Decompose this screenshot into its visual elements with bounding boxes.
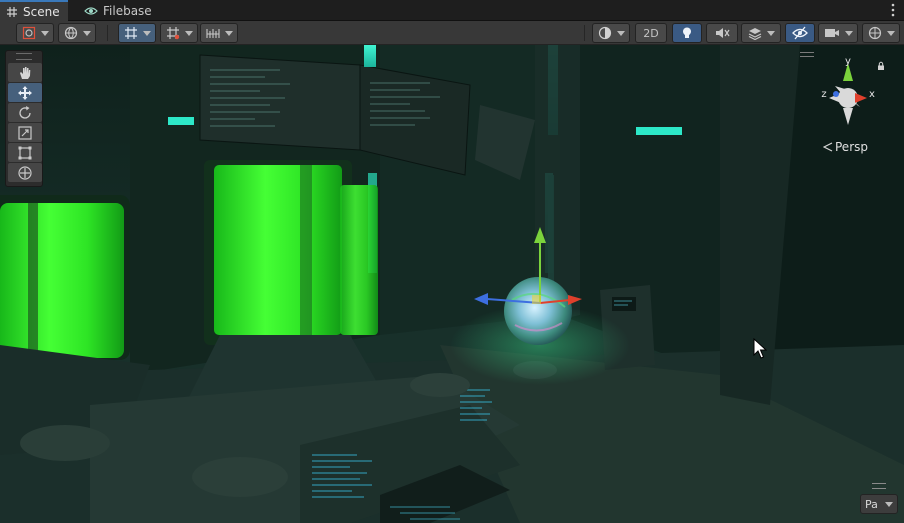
- hand-icon: [20, 66, 31, 79]
- scene-visibility-button[interactable]: [785, 23, 815, 43]
- chevron-down-icon: [885, 501, 893, 507]
- draw-mode-dropdown[interactable]: [16, 23, 54, 43]
- lighting-toggle-button[interactable]: [672, 23, 702, 43]
- overlay-grip[interactable]: [800, 52, 814, 57]
- audio-mute-icon: [716, 28, 730, 38]
- tool-palette: [5, 50, 43, 187]
- tab-filebase-label: Filebase: [103, 3, 152, 18]
- camera-dropdown[interactable]: [818, 23, 858, 43]
- global-icon: [64, 26, 77, 40]
- shading-sphere-icon: [598, 26, 611, 40]
- transform-tool-button[interactable]: [8, 163, 42, 182]
- draw-mode-icon: [22, 26, 35, 40]
- scale-icon: [18, 125, 32, 140]
- orientation-gizmo[interactable]: y x z: [815, 55, 881, 133]
- global-local-dropdown[interactable]: [58, 23, 96, 43]
- tool-palette-grip[interactable]: [16, 53, 32, 60]
- chevron-down-icon: [224, 30, 233, 36]
- increment-snap-icon: [205, 29, 220, 38]
- increment-snap-dropdown[interactable]: [200, 23, 238, 43]
- eye-icon: [84, 6, 98, 15]
- chevron-down-icon: [142, 30, 151, 36]
- perspective-icon: [823, 142, 833, 152]
- tab-scene[interactable]: Scene: [0, 0, 68, 21]
- move-arrows-icon: [18, 85, 32, 100]
- chevron-down-icon: [184, 30, 193, 36]
- lock-icon[interactable]: [876, 61, 886, 71]
- hand-tool-button[interactable]: [8, 63, 42, 82]
- axis-y-label: y: [845, 56, 851, 67]
- chevron-down-icon: [766, 30, 775, 36]
- grid-snap-dropdown[interactable]: [160, 23, 198, 43]
- chevron-down-icon: [82, 30, 91, 36]
- chevron-down-icon: [886, 30, 895, 36]
- axis-z-label: z: [821, 89, 826, 100]
- effects-layers-icon: [748, 28, 761, 40]
- gizmo-toggle-dropdown[interactable]: [118, 23, 156, 43]
- projection-label: Persp: [835, 140, 868, 154]
- tab-filebase[interactable]: Filebase: [78, 0, 160, 21]
- axis-x-label: x: [869, 89, 875, 100]
- toggle-2d-button[interactable]: 2D: [635, 23, 667, 43]
- toggle-2d-label: 2D: [643, 26, 659, 40]
- axis-gizmo-icon: y x z: [821, 56, 875, 125]
- gizmos-globe-icon: [868, 26, 881, 40]
- gizmos-dropdown[interactable]: [862, 23, 900, 43]
- projection-toggle[interactable]: Persp: [823, 140, 868, 154]
- rotate-icon: [19, 105, 31, 119]
- scene-render: [0, 45, 904, 523]
- gizmo-toggle-icon: [124, 27, 137, 39]
- chevron-down-icon: [616, 30, 625, 36]
- mouse-cursor-icon: [753, 338, 767, 359]
- grid-snap-icon: [166, 27, 179, 40]
- overlay-grip[interactable]: [872, 483, 886, 489]
- lightbulb-icon: [683, 27, 691, 38]
- toolbar-separator: [584, 25, 585, 41]
- camera-icon: [824, 29, 839, 37]
- tab-scene-label: Scene: [23, 4, 60, 19]
- scene-viewport[interactable]: [0, 45, 904, 523]
- audio-toggle-button[interactable]: [706, 23, 738, 43]
- scene-grid-icon: [7, 6, 17, 17]
- more-options-icon[interactable]: [890, 3, 896, 17]
- toolbar-separator: [107, 25, 108, 41]
- transform-icon: [18, 165, 32, 180]
- tab-bar: Scene Filebase: [0, 0, 904, 21]
- scene-toolbar: 2D: [0, 21, 904, 45]
- scale-tool-button[interactable]: [8, 123, 42, 142]
- shading-mode-dropdown[interactable]: [592, 23, 630, 43]
- move-tool-button[interactable]: [8, 83, 42, 102]
- overlay-dropdown-label: Pa: [865, 497, 878, 511]
- scene-visibility-icon: [792, 26, 808, 40]
- rect-tool-button[interactable]: [8, 143, 42, 162]
- overlay-dropdown[interactable]: Pa: [860, 494, 898, 514]
- effects-dropdown[interactable]: [741, 23, 781, 43]
- rotate-tool-button[interactable]: [8, 103, 42, 122]
- chevron-down-icon: [40, 30, 49, 36]
- chevron-down-icon: [844, 30, 853, 36]
- rect-transform-icon: [18, 146, 32, 159]
